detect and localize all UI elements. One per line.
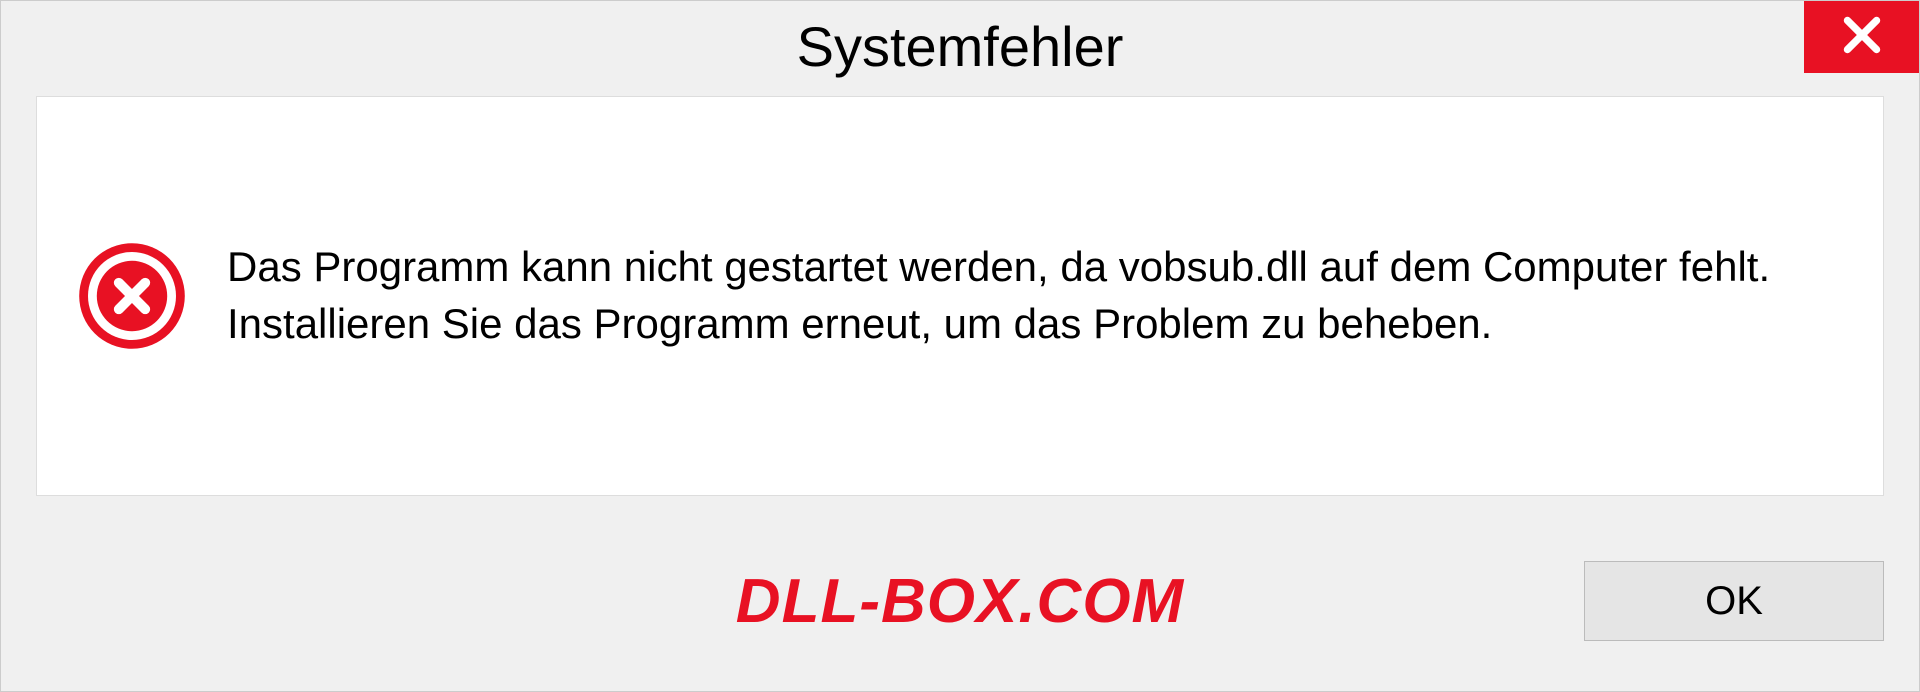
content-panel: Das Programm kann nicht gestartet werden… xyxy=(36,96,1884,496)
dialog-title: Systemfehler xyxy=(797,14,1124,79)
dialog-footer: DLL-BOX.COM OK xyxy=(1,511,1919,691)
error-icon xyxy=(77,241,187,351)
error-dialog: Systemfehler Das Programm kann nicht ges… xyxy=(0,0,1920,692)
title-bar: Systemfehler xyxy=(1,1,1919,91)
ok-button[interactable]: OK xyxy=(1584,561,1884,641)
close-button[interactable] xyxy=(1804,1,1919,73)
close-icon xyxy=(1837,10,1887,65)
error-message: Das Programm kann nicht gestartet werden… xyxy=(227,239,1843,352)
watermark-text: DLL-BOX.COM xyxy=(736,566,1184,637)
